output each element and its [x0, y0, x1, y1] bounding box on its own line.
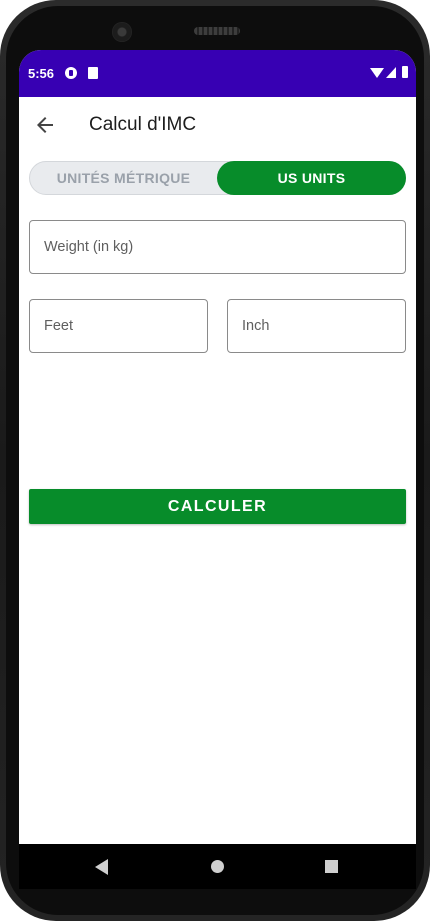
- arrow-left-icon[interactable]: [33, 113, 57, 137]
- inch-input[interactable]: [228, 300, 405, 352]
- system-nav-bar: [19, 844, 416, 889]
- unit-toggle: UNITÉS MÉTRIQUE US UNITS: [29, 161, 406, 195]
- recents-square-icon[interactable]: [325, 860, 338, 873]
- back-triangle-icon[interactable]: [95, 859, 108, 875]
- app-toolbar: Calcul d'IMC: [19, 97, 416, 153]
- sd-card-icon: [88, 67, 98, 79]
- notification-app-icon: [65, 67, 77, 79]
- earpiece-speaker-icon: [194, 27, 240, 35]
- inch-field[interactable]: [227, 299, 406, 353]
- status-time: 5:56: [28, 66, 55, 81]
- device-frame: 5:56 Calcul d'IMC UNITÉS MÉTRIQUE US UNI…: [0, 0, 430, 921]
- front-camera-icon: [112, 22, 132, 42]
- status-bar: 5:56: [19, 50, 416, 97]
- feet-field[interactable]: [29, 299, 208, 353]
- weight-field[interactable]: [29, 220, 406, 274]
- calculate-button[interactable]: CALCULER: [29, 489, 406, 524]
- home-circle-icon[interactable]: [211, 860, 224, 873]
- signal-icon: [386, 67, 396, 78]
- feet-input[interactable]: [30, 300, 207, 352]
- app-screen: 5:56 Calcul d'IMC UNITÉS MÉTRIQUE US UNI…: [19, 50, 416, 889]
- wifi-icon: [370, 68, 384, 78]
- metric-units-tab[interactable]: UNITÉS MÉTRIQUE: [29, 161, 218, 195]
- weight-input[interactable]: [30, 221, 405, 273]
- battery-icon: [402, 66, 408, 78]
- us-units-tab[interactable]: US UNITS: [217, 161, 406, 195]
- page-title: Calcul d'IMC: [89, 114, 197, 135]
